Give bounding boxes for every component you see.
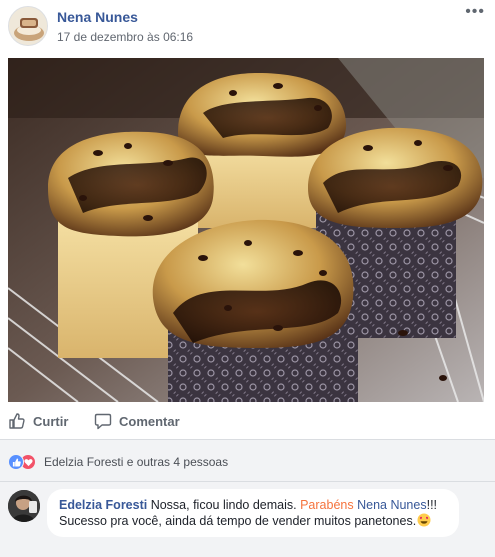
comment-text-part1: Nossa, ficou lindo demais.: [147, 498, 301, 512]
post-header: Nena Nunes 17 de dezembro às 06:16 •••: [0, 0, 495, 58]
comment-highlight: Parabéns: [300, 498, 354, 512]
speech-bubble-icon: [94, 413, 112, 430]
more-options-icon[interactable]: •••: [465, 4, 485, 20]
comment-bubble: Edelzia Foresti Nossa, ficou lindo demai…: [47, 489, 459, 537]
author-avatar[interactable]: [8, 6, 48, 46]
post-actions: Curtir Comentar: [0, 404, 495, 440]
thumbs-up-icon: [9, 413, 25, 429]
post-photo[interactable]: [8, 58, 484, 402]
comment-button[interactable]: Comentar: [94, 412, 180, 430]
commenter-avatar[interactable]: [8, 490, 40, 522]
comment-label: Comentar: [119, 413, 180, 429]
like-reaction-icon: [8, 454, 24, 470]
comment-author[interactable]: Edelzia Foresti: [59, 498, 147, 512]
reaction-icons[interactable]: [8, 454, 40, 470]
comments-section: Edelzia Foresti Nossa, ficou lindo demai…: [0, 482, 495, 557]
comment-mention[interactable]: Nena Nunes: [357, 498, 427, 512]
post-timestamp[interactable]: 17 de dezembro às 06:16: [57, 30, 193, 44]
reactions-summary[interactable]: Edelzia Foresti e outras 4 pessoas: [44, 455, 228, 469]
reactions-bar: Edelzia Foresti e outras 4 pessoas: [0, 440, 495, 482]
author-name[interactable]: Nena Nunes: [57, 9, 138, 25]
like-label: Curtir: [33, 413, 69, 429]
panettone-image: [8, 58, 484, 402]
like-button[interactable]: Curtir: [8, 412, 68, 430]
heart-eyes-emoji-icon: [417, 513, 431, 527]
